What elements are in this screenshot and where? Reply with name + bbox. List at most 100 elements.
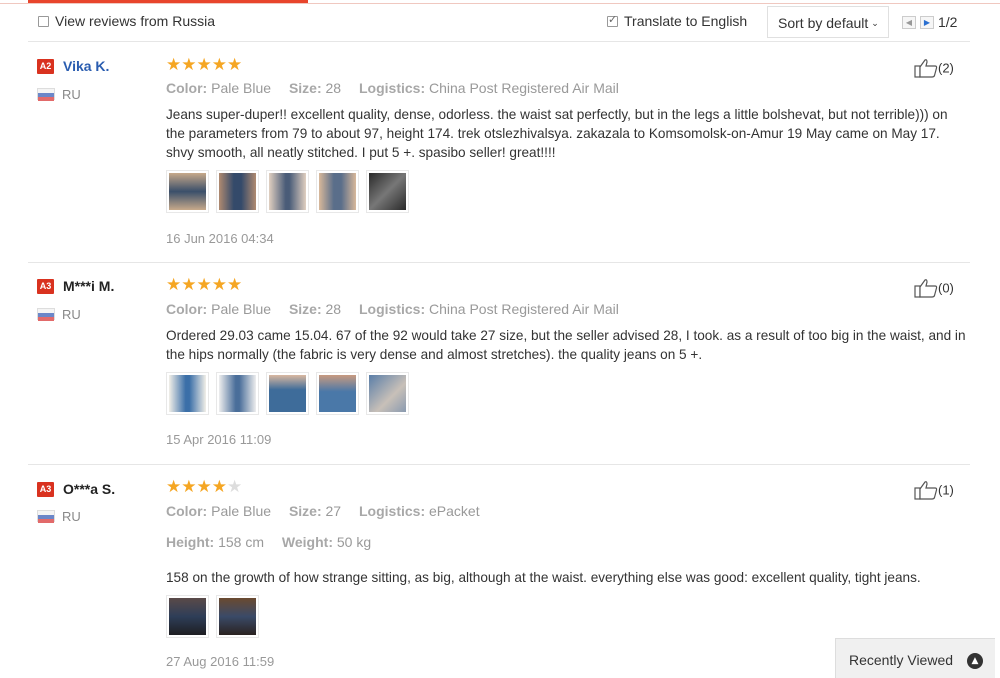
buyer-level-badge: A3 <box>37 482 54 497</box>
review-divider <box>28 262 970 263</box>
helpful-button[interactable]: (0) <box>914 279 954 299</box>
attr-value: 158 cm <box>218 534 265 550</box>
review-photo[interactable] <box>166 372 209 415</box>
star-rating: ★★★★★ <box>166 57 242 74</box>
star-icon: ★ <box>181 275 197 295</box>
order-attributes: Color: Pale Blue Size: 28 Logistics: Chi… <box>166 80 633 96</box>
reviewer-name: O***a S. <box>63 481 116 497</box>
russia-flag-icon <box>37 510 55 523</box>
attr-key: Size: <box>288 301 322 317</box>
star-empty-icon: ★ <box>227 477 243 497</box>
reviewer-name: M***i M. <box>63 278 115 294</box>
star-icon: ★ <box>181 55 197 75</box>
attr-value: Pale Blue <box>211 301 272 317</box>
sort-label: Sort by default <box>778 15 869 31</box>
reviewer-name[interactable]: Vika K. <box>63 58 109 74</box>
thumbs-up-icon <box>914 278 938 298</box>
helpful-count: (2) <box>938 60 954 76</box>
recently-viewed-label: Recently Viewed <box>849 652 954 668</box>
review-photo[interactable] <box>316 170 359 213</box>
review-photo[interactable] <box>316 372 359 415</box>
view-russia-label[interactable]: View reviews from Russia <box>55 13 215 29</box>
reviewer-country: RU <box>62 509 81 524</box>
page-indicator: 1/2 <box>938 14 958 30</box>
review-text: Ordered 29.03 came 15.04. 67 of the 92 w… <box>166 328 966 362</box>
review-photo[interactable] <box>366 170 409 213</box>
attr-key: Weight: <box>281 534 333 550</box>
star-icon: ★ <box>166 275 182 295</box>
review-photo[interactable] <box>216 372 259 415</box>
helpful-count: (1) <box>938 482 954 498</box>
star-icon: ★ <box>227 55 243 75</box>
reviews-toolbar: View reviews from Russia Translate to En… <box>0 4 1000 42</box>
russia-flag-icon <box>37 88 55 101</box>
review-photo[interactable] <box>266 372 309 415</box>
attr-value: 28 <box>325 301 342 317</box>
buyer-level-badge: A3 <box>37 279 54 294</box>
review-photos <box>166 372 416 416</box>
star-icon: ★ <box>211 55 227 75</box>
star-icon: ★ <box>196 477 212 497</box>
toolbar-divider <box>28 41 970 42</box>
attr-value: 50 kg <box>336 534 372 550</box>
star-icon: ★ <box>181 477 197 497</box>
star-icon: ★ <box>196 275 212 295</box>
review-photo[interactable] <box>266 170 309 213</box>
helpful-button[interactable]: (1) <box>914 481 954 501</box>
attr-key: Color: <box>166 301 208 317</box>
translate-label[interactable]: Translate to English <box>624 13 747 29</box>
review-divider <box>28 464 970 465</box>
star-rating: ★★★★★ <box>166 479 242 496</box>
order-attributes: Color: Pale Blue Size: 28 Logistics: Chi… <box>166 301 633 317</box>
attr-value: Pale Blue <box>211 80 272 96</box>
russia-flag-icon <box>37 308 55 321</box>
helpful-count: (0) <box>938 280 954 296</box>
translate-checkbox[interactable] <box>607 13 618 27</box>
buyer-level-badge: A2 <box>37 59 54 74</box>
reviewer-country: RU <box>62 87 81 102</box>
attr-value: China Post Registered Air Mail <box>429 301 619 317</box>
star-rating: ★★★★★ <box>166 277 242 294</box>
star-icon: ★ <box>166 55 182 75</box>
reviewer-country: RU <box>62 307 81 322</box>
attr-value: 28 <box>325 80 342 96</box>
attr-value: ePacket <box>429 503 480 519</box>
review-photo[interactable] <box>166 595 209 638</box>
review-photos <box>166 595 266 639</box>
attr-key: Size: <box>288 503 322 519</box>
star-icon: ★ <box>196 55 212 75</box>
review-photo[interactable] <box>216 170 259 213</box>
review-text: Jeans super-duper!! excellent quality, d… <box>166 107 948 160</box>
attr-value: Pale Blue <box>211 503 272 519</box>
chevron-down-icon: ⌄ <box>871 19 879 29</box>
star-icon: ★ <box>211 275 227 295</box>
attr-key: Color: <box>166 80 208 96</box>
review-text: 158 on the growth of how strange sitting… <box>166 570 921 585</box>
order-attributes: Color: Pale Blue Size: 27 Logistics: ePa… <box>166 503 494 519</box>
review-date: 16 Jun 2016 04:34 <box>166 231 274 246</box>
attr-key: Logistics: <box>358 503 426 519</box>
chevron-up-icon: ▲ <box>967 653 983 669</box>
attr-key: Height: <box>166 534 215 550</box>
recently-viewed-button[interactable]: Recently Viewed ▲ <box>835 638 995 678</box>
review-photo[interactable] <box>216 595 259 638</box>
review-photos <box>166 170 416 214</box>
star-icon: ★ <box>166 477 182 497</box>
body-attributes: Height: 158 cm Weight: 50 kg <box>166 534 385 550</box>
star-icon: ★ <box>211 477 227 497</box>
prev-page-button[interactable]: ◀ <box>902 16 916 29</box>
attr-key: Logistics: <box>358 80 426 96</box>
thumbs-up-icon <box>914 480 938 500</box>
view-russia-checkbox[interactable] <box>38 16 49 27</box>
review-date: 15 Apr 2016 11:09 <box>166 432 272 447</box>
attr-value: 27 <box>325 503 342 519</box>
helpful-button[interactable]: (2) <box>914 59 954 79</box>
attr-key: Logistics: <box>358 301 426 317</box>
review-photo[interactable] <box>366 372 409 415</box>
review-date: 27 Aug 2016 11:59 <box>166 654 275 669</box>
star-icon: ★ <box>227 275 243 295</box>
sort-dropdown[interactable]: Sort by default ⌄ <box>767 6 889 38</box>
review-photo[interactable] <box>166 170 209 213</box>
attr-key: Size: <box>288 80 322 96</box>
next-page-button[interactable]: ▶ <box>920 16 934 29</box>
